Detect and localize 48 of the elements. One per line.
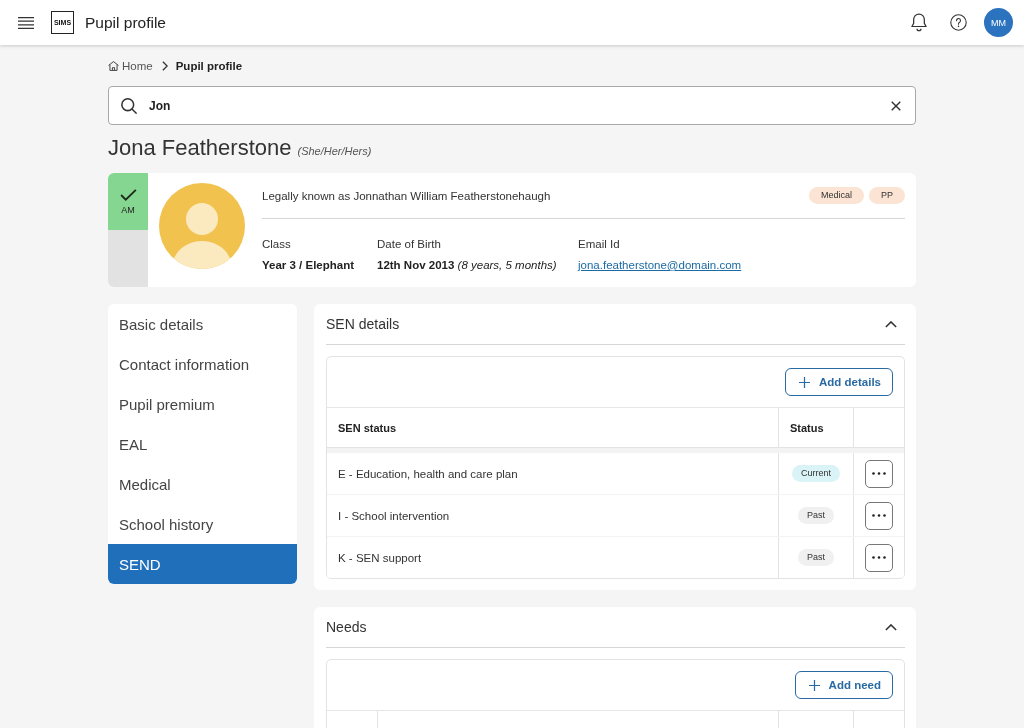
- search-field[interactable]: Jon: [108, 86, 916, 125]
- status-badge: Current: [792, 465, 840, 482]
- field-value: Year 3 / Elephant: [262, 259, 356, 271]
- tag: Medical: [808, 187, 864, 204]
- tag: PP: [869, 187, 905, 204]
- column-header: SEN status: [337, 420, 398, 436]
- email-link[interactable]: jona.featherstone@domain.com: [578, 259, 905, 271]
- field-value: 12th Nov 2013 (8 years, 5 months): [377, 259, 558, 271]
- breadcrumb-current: Pupil profile: [175, 60, 243, 72]
- check-icon: [119, 188, 137, 201]
- ellipsis-icon: [872, 514, 886, 517]
- field-label: Class: [262, 238, 292, 250]
- status-badge: Past: [798, 549, 834, 566]
- pronouns-label: (She/Her/Hers): [297, 145, 372, 157]
- bell-icon[interactable]: [911, 13, 927, 32]
- search-icon: [121, 97, 137, 114]
- plus-icon: [808, 679, 820, 691]
- table-cell-text: K - SEN support: [337, 550, 423, 566]
- field-label: Email Id: [578, 238, 621, 250]
- add-button[interactable]: Add need: [794, 671, 893, 699]
- attendance-code: AM: [121, 204, 135, 215]
- status-badge: Past: [798, 507, 834, 524]
- home-icon: [108, 61, 119, 71]
- chevron-right-icon: [161, 61, 168, 71]
- page-title: Pupil profile: [85, 13, 166, 32]
- field-label: Date of Birth: [377, 238, 442, 250]
- chevron-up-icon[interactable]: [885, 623, 897, 631]
- ellipsis-icon: [872, 556, 886, 559]
- table-cell-text: I - School intervention: [337, 508, 451, 524]
- ellipsis-icon: [872, 472, 886, 475]
- more-button[interactable]: [865, 543, 893, 572]
- add-button[interactable]: Add details: [785, 368, 893, 396]
- section-title: Needs: [326, 619, 367, 635]
- pupil-name: Jona Featherstone: [108, 135, 292, 161]
- close-icon[interactable]: [891, 100, 901, 111]
- menu-icon[interactable]: [18, 16, 34, 29]
- table-cell-text: E - Education, health and care plan: [337, 466, 519, 482]
- more-button[interactable]: [865, 459, 893, 488]
- section-title: SEN details: [326, 316, 400, 332]
- plus-icon: [799, 376, 810, 388]
- home-link[interactable]: Home: [108, 60, 153, 72]
- help-icon[interactable]: [950, 14, 967, 31]
- user-avatar[interactable]: MM: [984, 8, 1013, 37]
- legal-name-text: Legally known as Jonnathan William Featherstonehaugh: [262, 189, 552, 202]
- more-button[interactable]: [865, 501, 893, 530]
- column-header: Status: [778, 408, 853, 447]
- chevron-up-icon[interactable]: [885, 320, 897, 328]
- sidebar-item[interactable]: SEND: [108, 544, 297, 584]
